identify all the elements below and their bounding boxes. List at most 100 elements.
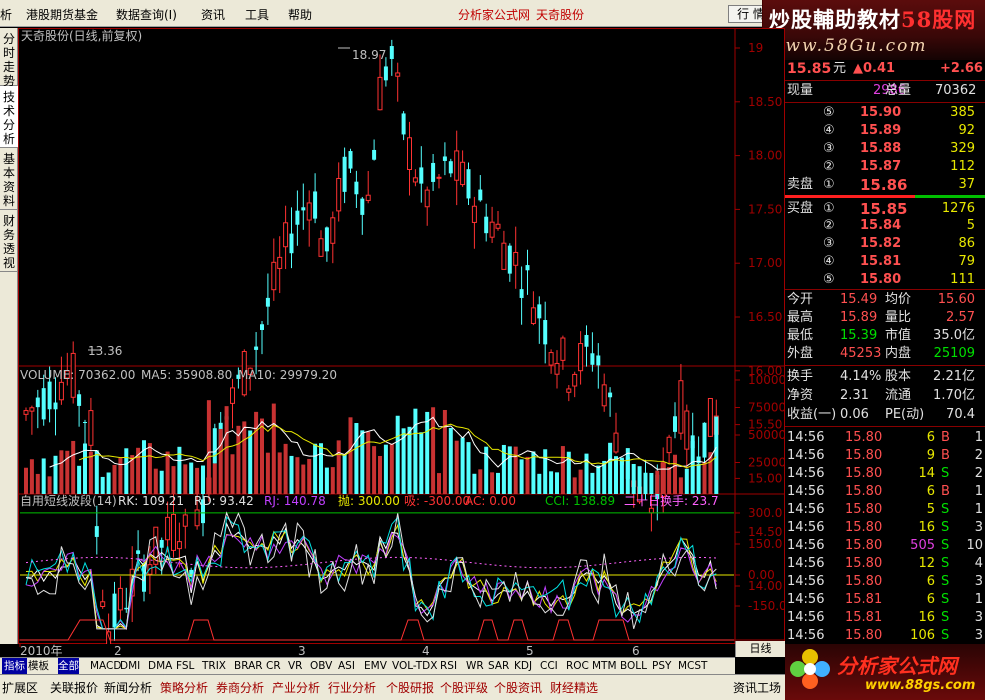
- status-tab[interactable]: 个股资讯: [494, 679, 542, 696]
- tick-row[interactable]: 14:56 15.80 6 S 3: [785, 573, 985, 591]
- bid1-row[interactable]: 买盘 ① 15.85 1276: [785, 200, 985, 218]
- candle-body-up: [560, 337, 566, 361]
- stat-row[interactable]: 最低 15.39 市值 35.0亿: [785, 327, 985, 345]
- tab-financials[interactable]: 财 务 透 视: [0, 210, 18, 272]
- indicator-tab[interactable]: CCI: [540, 658, 558, 675]
- ask-level-row[interactable]: ② 15.87 112: [785, 158, 985, 176]
- stat2-row[interactable]: 收益(一) 0.06 PE(动) 70.4: [785, 406, 985, 424]
- bid-level-row[interactable]: ③ 15.82 86: [785, 235, 985, 253]
- indicator-tab[interactable]: VOL-TDX: [392, 658, 437, 675]
- tick-row[interactable]: 14:56 15.80 5 S 1: [785, 501, 985, 519]
- tick-row[interactable]: 14:56 15.80 505 S 10: [785, 537, 985, 555]
- volume-bar: [667, 467, 672, 494]
- tick-row[interactable]: 14:56 15.80 16 S 3: [785, 519, 985, 537]
- indicator-tab[interactable]: FSL: [176, 658, 194, 675]
- candle-body-up: [501, 242, 507, 270]
- status-tab[interactable]: 券商分析: [216, 679, 264, 696]
- status-tab[interactable]: 关联报价: [50, 679, 98, 696]
- tick-row[interactable]: 14:56 15.81 16 S 3: [785, 609, 985, 627]
- indicator-tab[interactable]: DMA: [148, 658, 172, 675]
- indicator-tab[interactable]: MTM: [592, 658, 617, 675]
- indicator-tab[interactable]: MCST: [678, 658, 707, 675]
- tick-row[interactable]: 14:56 15.80 14 S 2: [785, 465, 985, 483]
- indicator-tab[interactable]: DMI: [120, 658, 140, 675]
- volume-bar: [684, 468, 689, 494]
- ask-level-row[interactable]: ④ 15.89 92: [785, 122, 985, 140]
- link-formula-site[interactable]: 分析家公式网: [458, 6, 530, 23]
- volume-bar: [330, 467, 335, 494]
- status-tab[interactable]: 新闻分析: [104, 679, 152, 696]
- stat-label: 最低: [787, 328, 814, 343]
- candle-body-up: [330, 217, 336, 244]
- indicator-tab[interactable]: 指标: [2, 658, 27, 675]
- link-stock-name[interactable]: 天奇股份: [536, 6, 584, 23]
- menu-item-tools[interactable]: 工具: [245, 6, 269, 23]
- indicator-tab[interactable]: SAR: [488, 658, 509, 675]
- indicator-tab[interactable]: KDJ: [514, 658, 532, 675]
- indicator-tab[interactable]: BRAR: [234, 658, 263, 675]
- menu-item-hk-futures-funds[interactable]: 港股期货基金: [26, 6, 98, 23]
- bid-level-row[interactable]: ② 15.84 5: [785, 217, 985, 235]
- status-tab[interactable]: 个股评级: [440, 679, 488, 696]
- status-tab[interactable]: 行业分析: [328, 679, 376, 696]
- menu-item-help[interactable]: 帮助: [288, 6, 312, 23]
- status-tab[interactable]: 扩展区: [2, 679, 38, 696]
- volume-bar: [313, 443, 318, 494]
- indicator-tab[interactable]: 模板: [28, 658, 49, 675]
- tick-row[interactable]: 14:56 15.80 9 B 2: [785, 447, 985, 465]
- menu-item-data-query[interactable]: 数据查询(I): [116, 6, 177, 23]
- stat2-row[interactable]: 净资 2.31 流通 1.70亿: [785, 387, 985, 405]
- stat-row[interactable]: 今开 15.49 均价 15.60: [785, 291, 985, 309]
- status-tab[interactable]: 策略分析: [160, 679, 208, 696]
- status-tab[interactable]: 财经精选: [550, 679, 598, 696]
- stat2-row[interactable]: 换手 4.14% 股本 2.21亿: [785, 368, 985, 386]
- tick-volume: 6: [926, 574, 935, 589]
- volume-bar: [637, 466, 642, 494]
- volume-bar: [572, 477, 577, 494]
- indicator-tab[interactable]: BOLL: [620, 658, 647, 675]
- chart-canvas[interactable]: 天奇股份(日线,前复权) 18.97 13.36 19 18.50 18.00 17.…: [18, 28, 785, 644]
- low-price-label: 13.36: [88, 344, 122, 358]
- indicator-tab[interactable]: WR: [466, 658, 484, 675]
- indicator-tab[interactable]: CR: [266, 658, 281, 675]
- chart-area[interactable]: 天奇股份(日线,前复权) 18.97 13.36 19 18.50 18.00 17.…: [18, 28, 785, 644]
- tick-row[interactable]: 14:56 15.80 106 S 3: [785, 627, 985, 645]
- indicator-tab[interactable]: VR: [288, 658, 302, 675]
- time-axis-year: 2010年: [20, 644, 63, 657]
- tab-intraday[interactable]: 分 时 走 势: [0, 28, 18, 88]
- tick-time: 14:56: [787, 574, 825, 589]
- indicator-tab[interactable]: TRIX: [202, 658, 226, 675]
- volume-bar: [47, 476, 52, 494]
- tick-row[interactable]: 14:56 15.81 6 S 1: [785, 591, 985, 609]
- volume-bar: [59, 450, 64, 494]
- menu-item-analysis[interactable]: 析: [0, 6, 12, 23]
- stat-value: 35.0亿: [933, 328, 975, 343]
- bid1-price: 15.85: [860, 200, 908, 218]
- stat-row[interactable]: 最高 15.89 量比 2.57: [785, 309, 985, 327]
- status-tab[interactable]: 个股研报: [386, 679, 434, 696]
- indicator-tab[interactable]: OBV: [310, 658, 332, 675]
- tab-fundamentals[interactable]: 基 本 资 料: [0, 148, 18, 210]
- indicator-tab[interactable]: PSY: [652, 658, 671, 675]
- indicator-tab[interactable]: RSI: [440, 658, 457, 675]
- bid-level-row[interactable]: ⑤ 15.80 111: [785, 271, 985, 289]
- bid-level-row[interactable]: ④ 15.81 79: [785, 253, 985, 271]
- tick-row[interactable]: 14:56 15.80 12 S 4: [785, 555, 985, 573]
- indicator-tab[interactable]: MACD: [90, 658, 121, 675]
- indicator-tab[interactable]: ASI: [338, 658, 355, 675]
- status-right-label[interactable]: 资讯工场: [733, 679, 781, 696]
- period-selector[interactable]: 日线: [735, 641, 785, 657]
- status-tab[interactable]: 产业分析: [272, 679, 320, 696]
- tick-row[interactable]: 14:56 15.80 6 B 1: [785, 429, 985, 447]
- tab-technical[interactable]: 技 术 分 析: [0, 86, 18, 148]
- indicator-tab[interactable]: ROC: [566, 658, 589, 675]
- volume-bar: [655, 470, 660, 494]
- ask-level-row[interactable]: ③ 15.88 329: [785, 140, 985, 158]
- indicator-tab[interactable]: EMV: [364, 658, 387, 675]
- ask-level-row[interactable]: ⑤ 15.90 385: [785, 104, 985, 122]
- tick-row[interactable]: 14:56 15.80 6 B 1: [785, 483, 985, 501]
- stat-row[interactable]: 外盘 45253 内盘 25109: [785, 345, 985, 363]
- indicator-tab[interactable]: 全部: [58, 658, 79, 675]
- menu-item-info[interactable]: 资讯: [201, 6, 225, 23]
- ask1-row[interactable]: 卖盘 ① 15.86 37: [785, 176, 985, 194]
